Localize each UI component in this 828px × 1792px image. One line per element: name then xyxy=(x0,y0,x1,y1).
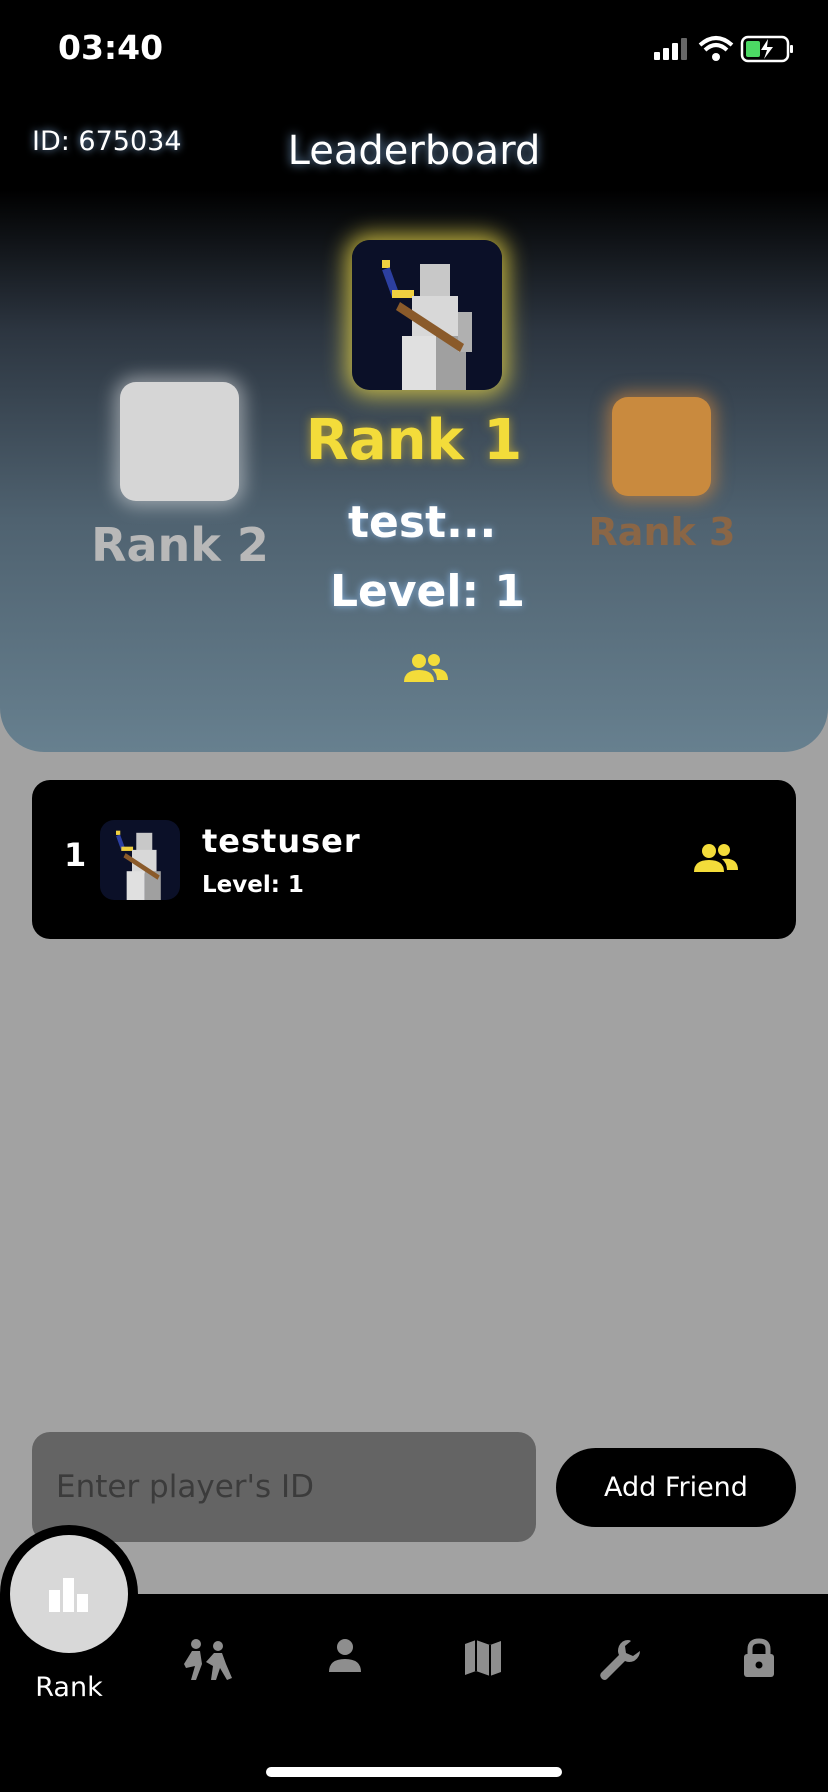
rank3-avatar[interactable] xyxy=(612,397,711,496)
row-name: testuser xyxy=(202,822,361,860)
lock-icon[interactable] xyxy=(741,1638,777,1682)
wrench-icon[interactable] xyxy=(598,1638,642,1686)
status-icons xyxy=(650,34,795,68)
add-friend-button[interactable]: Add Friend xyxy=(556,1448,796,1527)
map-icon[interactable] xyxy=(463,1638,503,1682)
status-time: 03:40 xyxy=(58,28,164,67)
friends-icon xyxy=(402,652,450,688)
pixel-knight-avatar-icon xyxy=(352,240,502,390)
nav-rank-label: Rank xyxy=(35,1672,103,1703)
leaderboard-row[interactable]: 1 testuser Level: 1 xyxy=(32,780,796,939)
status-indicators-icon xyxy=(654,35,793,63)
row-rank: 1 xyxy=(64,836,87,874)
friends-icon[interactable] xyxy=(692,842,740,878)
home-indicator xyxy=(266,1767,562,1777)
pixel-knight-avatar-icon xyxy=(100,820,180,900)
rank2-label: Rank 2 xyxy=(91,518,269,572)
rank1-name: test... xyxy=(348,497,497,548)
rank3-label: Rank 3 xyxy=(588,510,736,554)
nav-item-rank[interactable] xyxy=(0,1525,138,1663)
rank1-level: Level: 1 xyxy=(329,566,525,617)
rank1-avatar[interactable] xyxy=(352,240,502,390)
bar-chart-icon xyxy=(49,1578,88,1612)
fighters-icon[interactable] xyxy=(182,1638,234,1684)
rank2-avatar[interactable] xyxy=(120,382,239,501)
player-id-input[interactable] xyxy=(32,1432,536,1542)
row-avatar xyxy=(100,820,180,900)
person-icon[interactable] xyxy=(327,1638,363,1678)
page-title: Leaderboard xyxy=(287,128,541,174)
row-level: Level: 1 xyxy=(202,872,304,898)
rank-tab-highlight xyxy=(10,1535,128,1653)
